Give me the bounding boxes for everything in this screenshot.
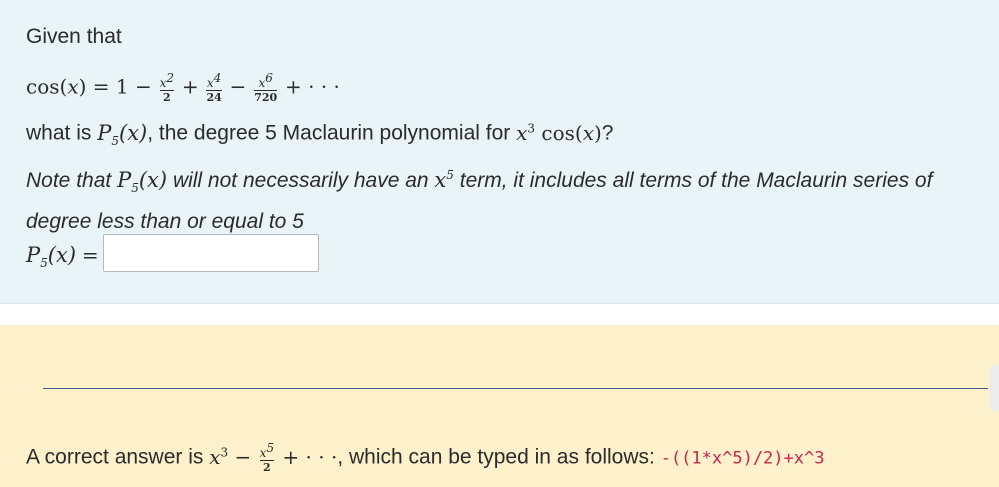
series-plus: + xyxy=(181,74,199,99)
solution-math: x3 − x5 2 + · · · xyxy=(209,441,338,475)
note-text: Note that P5(x) will not necessarily hav… xyxy=(26,159,988,238)
solution-text: A correct answer is x3 − x5 2 + · · ·, wh… xyxy=(26,440,824,474)
answer-input[interactable] xyxy=(103,234,319,272)
typed-answer: -((1*x^5)/2)+x^3 xyxy=(660,448,825,469)
note-func: P5(x) xyxy=(117,168,168,196)
series-lhs: cos(x) = 1 − xyxy=(26,74,152,99)
question-expr: x3 cos(x) xyxy=(516,120,602,145)
note-prefix: Note that xyxy=(26,169,112,192)
cos-series: cos(x) = 1 − x2 2 + x4 24 − x6 720 + · · · xyxy=(26,72,340,104)
question-prefix: what is xyxy=(26,121,92,145)
series-term-3: x6 720 xyxy=(254,71,278,104)
question-func: P5(x) xyxy=(97,120,148,148)
question-middle: , the degree 5 Maclaurin polynomial for xyxy=(147,121,511,145)
solution-middle: , which can be typed in as follows: xyxy=(337,445,655,469)
solution-prefix: A correct answer is xyxy=(26,445,204,469)
series-term-1: x2 2 xyxy=(159,71,174,104)
intro-text: Given that xyxy=(26,25,122,48)
note-power: x5 xyxy=(434,168,454,192)
series-minus: − xyxy=(229,74,247,99)
side-scroll-tab[interactable] xyxy=(990,365,999,411)
note-middle: will not necessarily have an xyxy=(172,169,429,192)
series-term-2: x4 24 xyxy=(206,71,222,104)
input-label: P5(x) = xyxy=(26,243,99,271)
solution-divider xyxy=(43,388,988,389)
series-tail: + · · · xyxy=(285,74,340,99)
panel-gap xyxy=(0,304,999,325)
question-text: what is P5(x), the degree 5 Maclaurin po… xyxy=(26,116,613,153)
question-end: ? xyxy=(601,121,614,145)
